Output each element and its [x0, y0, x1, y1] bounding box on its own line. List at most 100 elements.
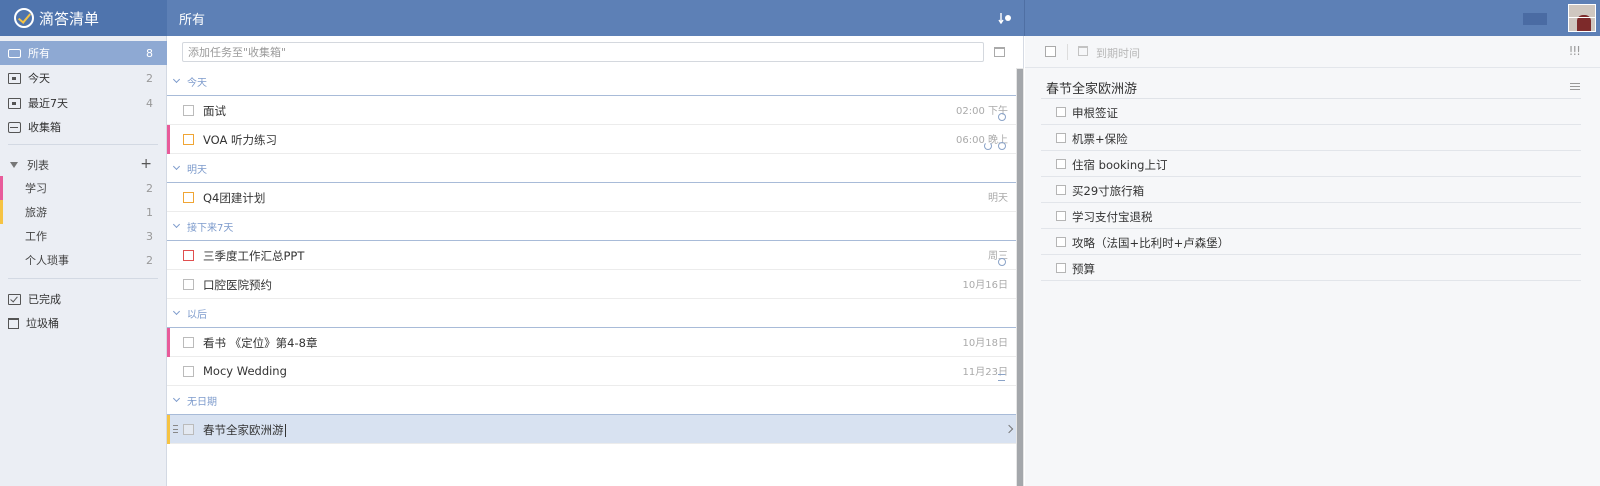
subtask-text[interactable]: 申根签证 — [1072, 105, 1118, 121]
task-row[interactable]: 三季度工作汇总PPT 周三 — [167, 241, 1016, 270]
calendar-today-icon — [8, 72, 21, 84]
task-row[interactable]: Q4团建计划 明天 — [167, 183, 1016, 212]
sidebar-item-count: 3 — [146, 229, 153, 243]
subtask-checkbox[interactable] — [1056, 211, 1066, 221]
task-checkbox[interactable] — [183, 192, 194, 203]
subtask-item[interactable]: 机票+保险 — [1041, 125, 1581, 151]
due-date-button[interactable]: 到期时间 — [1096, 45, 1140, 61]
text-cursor — [284, 424, 286, 437]
sidebar-item-next7days[interactable]: 最近7天 4 — [0, 91, 167, 115]
subtask-checkbox[interactable] — [1056, 159, 1066, 169]
page-title: 所有 — [179, 13, 206, 28]
lists-header-label: 列表 — [27, 159, 49, 172]
group-header-today[interactable]: 今天 — [167, 67, 1016, 96]
task-title: Mocy Wedding — [203, 364, 287, 378]
subtask-checkbox[interactable] — [1056, 237, 1066, 247]
subtask-item[interactable]: 攻略（法国+比利时+卢森堡） — [1041, 229, 1581, 255]
add-task-input[interactable] — [182, 42, 984, 62]
subtask-text[interactable]: 机票+保险 — [1072, 131, 1128, 147]
note-icon — [998, 374, 1005, 381]
add-list-icon[interactable]: + — [140, 157, 152, 171]
scrollbar-thumb[interactable] — [1017, 69, 1023, 486]
sidebar-item-all[interactable]: 所有 8 — [0, 41, 167, 65]
group-label: 无日期 — [187, 396, 217, 408]
sidebar-item-label: 最近7天 — [28, 97, 68, 110]
sidebar-item-completed[interactable]: 已完成 — [0, 287, 167, 311]
detail-complete-checkbox[interactable] — [1045, 46, 1056, 57]
task-checkbox[interactable] — [183, 337, 194, 348]
subtask-item[interactable]: 买29寸旅行箱 — [1041, 177, 1581, 203]
subtask-text[interactable]: 预算 — [1072, 261, 1095, 277]
task-row[interactable]: Mocy Wedding 11月23日 — [167, 357, 1016, 386]
subtask-checkbox[interactable] — [1056, 107, 1066, 117]
sidebar-item-count: 2 — [146, 253, 153, 267]
subtask-text[interactable]: 学习支付宝退税 — [1072, 209, 1153, 225]
task-checkbox[interactable] — [183, 279, 194, 290]
subtask-item[interactable]: 住宿 booking上订 — [1041, 151, 1581, 177]
reminder-clock-icon — [998, 113, 1006, 121]
checklist-menu-icon[interactable] — [1570, 83, 1580, 90]
subtask-text[interactable]: 住宿 booking上订 — [1072, 157, 1167, 173]
group-header-later[interactable]: 以后 — [167, 299, 1016, 328]
chevron-down-icon — [172, 307, 181, 316]
sidebar-item-label: 个人琐事 — [25, 254, 69, 267]
group-header-tomorrow[interactable]: 明天 — [167, 154, 1016, 183]
avatar[interactable] — [1568, 4, 1596, 32]
collapse-triangle-icon[interactable] — [10, 162, 18, 168]
task-checkbox[interactable] — [183, 366, 194, 377]
task-title: 看书 《定位》第4-8章 — [203, 336, 318, 350]
sidebar-item-trash[interactable]: 垃圾桶 — [0, 311, 167, 335]
task-title: Q4团建计划 — [203, 191, 266, 205]
subtask-item[interactable]: 学习支付宝退税 — [1041, 203, 1581, 229]
sidebar-item-label: 工作 — [25, 230, 47, 243]
task-row-selected[interactable]: 春节全家欧洲游 — [167, 415, 1016, 444]
sidebar-item-count: 1 — [146, 205, 153, 219]
lists-header[interactable]: 列表 + — [0, 153, 167, 177]
toolbar-divider — [1067, 44, 1068, 60]
sidebar-item-today[interactable]: 今天 2 — [0, 66, 167, 90]
priority-button[interactable]: !!! — [1569, 44, 1581, 58]
task-checkbox[interactable] — [183, 105, 194, 116]
task-detail-panel: 到期时间 !!! 春节全家欧洲游 申根签证 机票+保险 住宿 booking上订… — [1025, 36, 1600, 486]
task-row[interactable]: 面试 02:00 下午 — [167, 96, 1016, 125]
sidebar-item-label: 今天 — [28, 72, 50, 85]
task-row[interactable]: 口腔医院预约 10月16日 — [167, 270, 1016, 299]
sidebar-item-label: 已完成 — [28, 293, 61, 306]
sidebar-list-travel[interactable]: 旅游 1 — [0, 200, 167, 224]
subtask-text[interactable]: 攻略（法国+比利时+卢森堡） — [1072, 235, 1229, 251]
subtask-checkbox[interactable] — [1056, 185, 1066, 195]
group-header-nodate[interactable]: 无日期 — [167, 386, 1016, 415]
subtask-checkbox[interactable] — [1056, 133, 1066, 143]
task-checkbox[interactable] — [183, 134, 194, 145]
task-checkbox[interactable] — [183, 250, 194, 261]
due-date-calendar-icon[interactable] — [1078, 46, 1088, 56]
toolbar-button[interactable] — [1523, 13, 1547, 25]
sort-icon[interactable] — [998, 12, 1012, 24]
reminder-clock-icon — [998, 142, 1006, 150]
subtask-text[interactable]: 买29寸旅行箱 — [1072, 183, 1144, 199]
check-logo-icon — [14, 8, 34, 28]
sidebar-item-count: 4 — [146, 96, 153, 110]
task-checkbox[interactable] — [183, 424, 194, 435]
sidebar-list-study[interactable]: 学习 2 — [0, 176, 167, 200]
date-picker-icon[interactable] — [994, 47, 1005, 57]
subtask-item[interactable]: 预算 — [1041, 255, 1581, 281]
repeat-icon — [984, 142, 992, 150]
sidebar-item-count: 2 — [146, 71, 153, 85]
subtask-checkbox[interactable] — [1056, 263, 1066, 273]
subtask-item[interactable]: 申根签证 — [1041, 99, 1581, 125]
sidebar-list-personal[interactable]: 个人琐事 2 — [0, 248, 167, 272]
chevron-right-icon[interactable] — [1004, 424, 1014, 434]
task-row[interactable]: VOA 听力练习 06:00 晚上 — [167, 125, 1016, 154]
sidebar-item-inbox[interactable]: 收集箱 — [0, 115, 167, 139]
group-header-next7days[interactable]: 接下来7天 — [167, 212, 1016, 241]
list-color-bar — [167, 328, 170, 357]
task-row[interactable]: 看书 《定位》第4-8章 10月18日 — [167, 328, 1016, 357]
task-title: 面试 — [203, 104, 226, 118]
drag-handle-icon[interactable] — [173, 425, 178, 433]
sidebar-list-work[interactable]: 工作 3 — [0, 224, 167, 248]
task-title[interactable]: 春节全家欧洲游 — [203, 422, 286, 438]
detail-title[interactable]: 春节全家欧洲游 — [1046, 78, 1137, 97]
sidebar-item-label: 垃圾桶 — [26, 317, 59, 330]
task-title: 口腔医院预约 — [203, 278, 272, 292]
